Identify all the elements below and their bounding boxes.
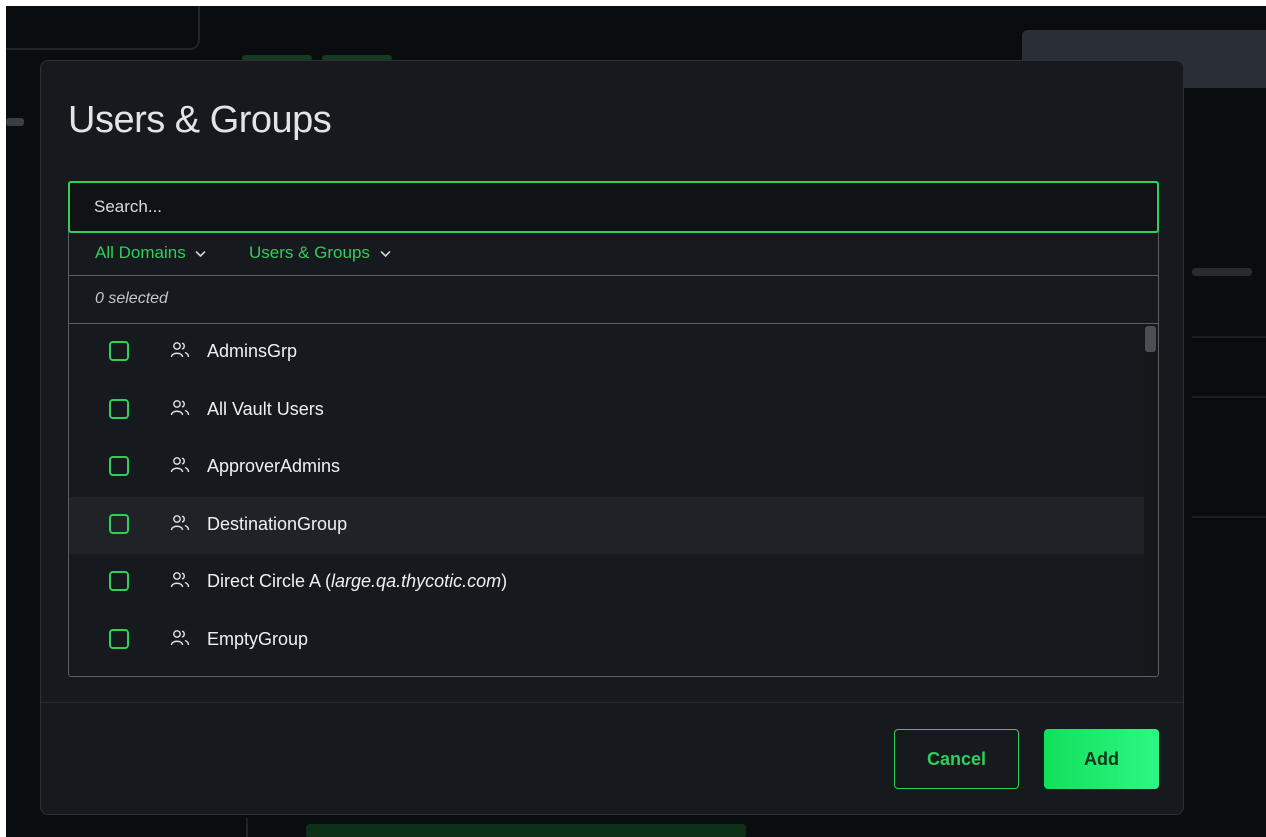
item-name: Direct Circle A ( [207,571,332,591]
domain-filter-dropdown[interactable]: All Domains [95,243,206,263]
search-input[interactable] [70,183,1157,231]
group-icon [170,514,190,530]
filter-bar: All Domains Users & Groups [69,233,1158,276]
users-groups-dialog: Users & Groups All Domains Users & Group… [40,60,1184,815]
scrollbar-thumb[interactable] [1145,326,1156,352]
user-group-list: AdminsGrp All Vault Users ApproverAdmins… [69,324,1145,676]
list-item[interactable]: AdminsGrp [69,324,1145,382]
type-filter-label: Users & Groups [249,243,370,262]
item-checkbox[interactable] [109,513,129,534]
group-icon [170,629,190,645]
list-item[interactable]: Direct Circle A (large.qa.thycotic.com) [69,554,1145,612]
item-label: AdminsGrp [207,341,298,361]
list-item[interactable]: DestinationGroup [69,496,1145,554]
cancel-button[interactable]: Cancel [894,729,1019,789]
background-divider [1192,516,1266,518]
background-panel [6,6,200,50]
item-checkbox[interactable] [109,341,129,361]
background-divider [246,818,248,837]
background-tabs [242,48,412,61]
chevron-down-icon [380,250,390,257]
background-label [6,118,24,126]
item-checkbox[interactable] [109,628,129,649]
dialog-title: Users & Groups [68,99,332,141]
list-scrollbar[interactable] [1144,324,1157,676]
item-label: All Vault Users [207,398,324,419]
item-label: ApproverAdmins [207,456,341,476]
background-label [1192,268,1252,276]
search-box [68,181,1159,233]
selected-count: 0 selected [95,290,168,307]
item-checkbox[interactable] [109,456,129,476]
item-domain: large.qa.thycotic.com [331,571,502,591]
add-button[interactable]: Add [1044,729,1159,789]
list-item[interactable]: EmptyGroup [69,612,1145,670]
user-group-picker: All Domains Users & Groups 0 selected [68,181,1159,677]
domain-filter-label: All Domains [95,243,186,262]
group-icon [170,342,190,358]
item-checkbox[interactable] [109,571,129,591]
type-filter-dropdown[interactable]: Users & Groups [249,243,391,263]
item-suffix: ) [501,571,508,591]
group-icon [170,399,190,415]
item-label: Direct Circle A (large.qa.thycotic.com) [207,571,507,592]
background-divider [1192,396,1266,398]
chevron-down-icon [196,250,206,257]
list-item[interactable]: ApproverAdmins [69,439,1145,497]
footer-divider [41,702,1183,703]
group-icon [170,457,190,473]
group-icon [170,572,190,588]
item-checkbox[interactable] [109,398,129,419]
list-item[interactable]: All Vault Users [69,382,1145,440]
background-divider [1192,336,1266,338]
item-label: EmptyGroup [207,628,309,649]
item-label: DestinationGroup [207,513,348,534]
selection-summary: 0 selected [69,276,1158,324]
background-button [306,824,746,837]
